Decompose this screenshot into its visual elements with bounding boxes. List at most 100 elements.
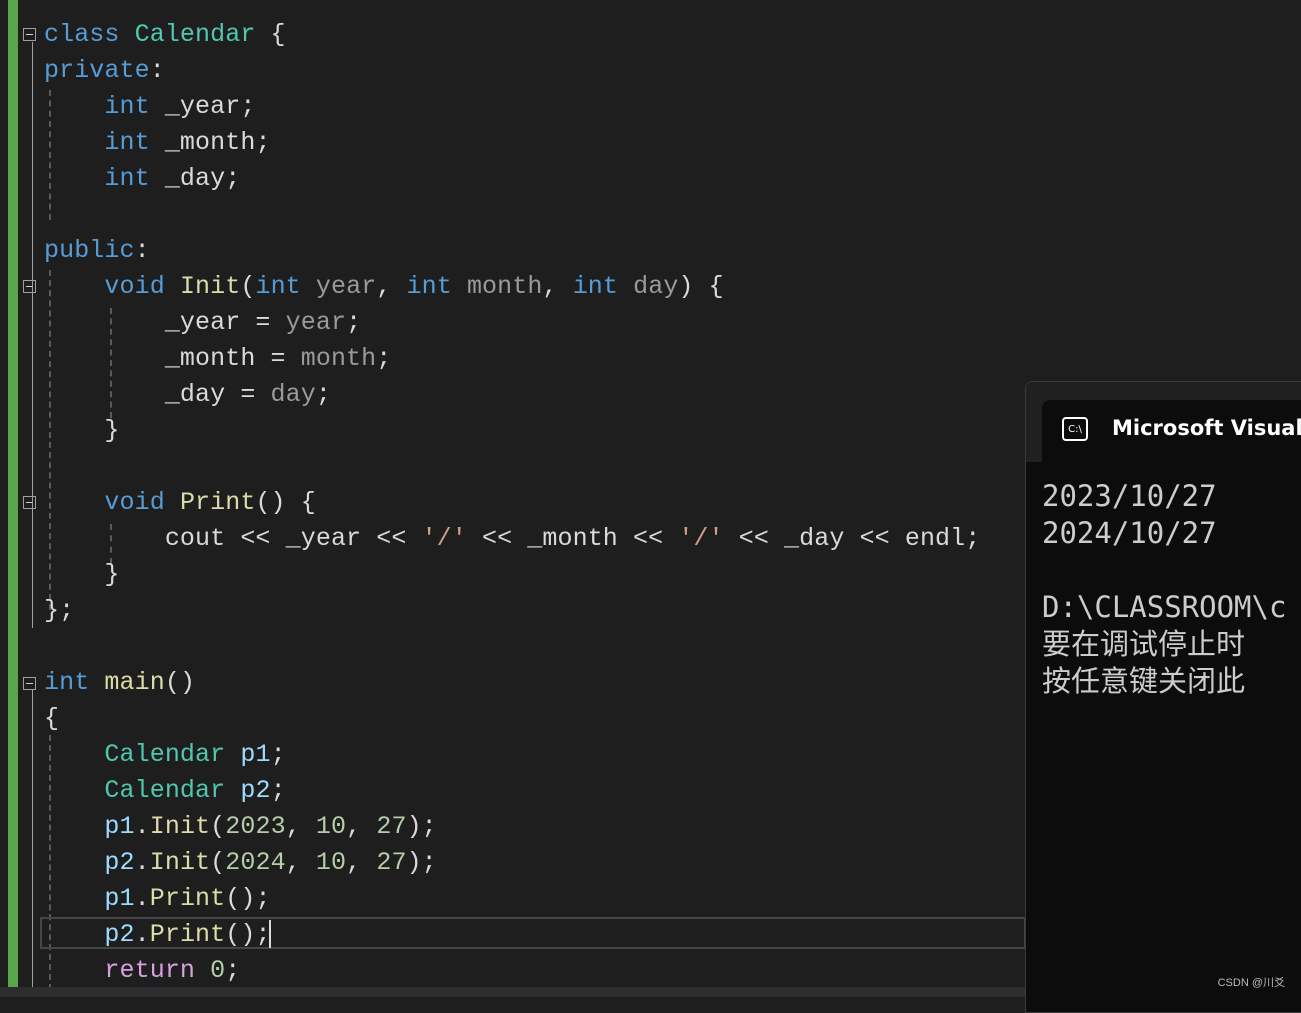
code-token: ;: [270, 740, 286, 769]
code-token: p2: [240, 776, 271, 805]
code-token: ) {: [678, 272, 724, 301]
code-token: day: [270, 380, 316, 409]
code-token: ;: [225, 956, 241, 985]
code-line[interactable]: p2.Init(2024, 10, 27);: [44, 845, 980, 881]
code-line[interactable]: void Init(int year, int month, int day) …: [44, 269, 980, 305]
code-token: {: [255, 20, 286, 49]
code-line[interactable]: _day = day;: [44, 377, 980, 413]
code-line[interactable]: p2.Print();: [44, 917, 980, 953]
code-token: p1: [240, 740, 271, 769]
collapse-print-icon[interactable]: [23, 496, 36, 509]
code-line[interactable]: Calendar p1;: [44, 737, 980, 773]
collapse-class-icon[interactable]: [23, 28, 36, 41]
console-title: Microsoft Visual S: [1112, 416, 1301, 440]
code-token: ;: [315, 380, 331, 409]
code-token: (: [210, 812, 226, 841]
code-token: private: [44, 56, 150, 85]
code-token: (: [210, 848, 226, 877]
console-line: 2024/10/27: [1042, 516, 1217, 550]
code-token: int: [255, 272, 316, 301]
code-token: public: [44, 236, 135, 265]
code-token: 27: [376, 812, 407, 841]
code-token: ,: [285, 812, 316, 841]
code-token: int: [406, 272, 467, 301]
code-token: _year =: [44, 308, 286, 337]
code-token: << _day << endl;: [723, 524, 981, 553]
code-token: p1: [44, 812, 135, 841]
code-token: cout << _year <<: [44, 524, 422, 553]
code-line[interactable]: class Calendar {: [44, 17, 980, 53]
text-caret: [269, 920, 271, 948]
code-line[interactable]: p1.Init(2023, 10, 27);: [44, 809, 980, 845]
terminal-icon: C:\: [1062, 417, 1088, 441]
console-window[interactable]: C:\ Microsoft Visual S 2023/10/272024/10…: [1025, 381, 1301, 1013]
collapse-main-icon[interactable]: [23, 677, 36, 690]
fold-guide: [32, 690, 33, 990]
code-line[interactable]: {: [44, 701, 980, 737]
console-line: 按任意键关闭此: [1042, 664, 1246, 698]
code-line[interactable]: }: [44, 557, 980, 593]
console-tab[interactable]: C:\ Microsoft Visual S: [1042, 400, 1301, 462]
code-token: Print: [149, 920, 226, 949]
code-token: ,: [376, 272, 407, 301]
code-line[interactable]: int _month;: [44, 125, 980, 161]
code-token: ();: [225, 884, 271, 913]
code-line[interactable]: void Print() {: [44, 485, 980, 521]
code-token: {: [44, 704, 60, 733]
code-token: p2: [44, 920, 135, 949]
code-line[interactable]: [44, 449, 980, 485]
code-token: << _month <<: [466, 524, 679, 553]
code-token: Init: [149, 812, 211, 841]
code-line[interactable]: [44, 197, 980, 233]
code-token: };: [44, 596, 75, 625]
console-output: 2023/10/27 2024/10/27 D:\CLASSROOM\c 要在调试停止…: [1042, 478, 1286, 700]
code-line[interactable]: int _day;: [44, 161, 980, 197]
code-line[interactable]: return 0;: [44, 953, 980, 989]
code-token: 27: [376, 848, 407, 877]
code-token: );: [406, 812, 437, 841]
code-token: int: [44, 668, 105, 697]
code-token: .: [134, 848, 150, 877]
code-token: _day;: [164, 164, 241, 193]
code-token: _day =: [44, 380, 271, 409]
code-line[interactable]: [44, 629, 980, 665]
code-token: void: [44, 272, 180, 301]
code-token: :: [134, 236, 150, 265]
code-line[interactable]: p1.Print();: [44, 881, 980, 917]
code-token: ;: [346, 308, 362, 337]
code-line[interactable]: public:: [44, 233, 980, 269]
fold-guide: [32, 42, 33, 628]
code-line[interactable]: cout << _year << '/' << _month << '/' <<…: [44, 521, 980, 557]
code-token: .: [134, 884, 150, 913]
console-line: 2023/10/27: [1042, 479, 1217, 513]
code-token: Print: [149, 884, 226, 913]
code-token: void: [44, 488, 180, 517]
code-token: int: [572, 272, 634, 301]
code-token: p2: [44, 848, 135, 877]
code-token: int: [44, 92, 165, 121]
code-editor[interactable]: class Calendar {private: int _year; int …: [44, 17, 980, 989]
code-line[interactable]: Calendar p2;: [44, 773, 980, 809]
code-token: return: [44, 956, 211, 985]
code-token: );: [406, 848, 437, 877]
code-line[interactable]: int _year;: [44, 89, 980, 125]
code-line[interactable]: int main(): [44, 665, 980, 701]
code-token: ;: [270, 776, 286, 805]
code-token: 10: [315, 812, 347, 841]
code-token: :: [149, 56, 165, 85]
code-token: Calendar: [44, 776, 241, 805]
code-token: Init: [179, 272, 241, 301]
code-line[interactable]: _year = year;: [44, 305, 980, 341]
code-line[interactable]: };: [44, 593, 980, 629]
code-line[interactable]: }: [44, 413, 980, 449]
code-token: p1: [44, 884, 135, 913]
code-line[interactable]: _month = month;: [44, 341, 980, 377]
code-token: main: [104, 668, 165, 697]
code-token: }: [44, 416, 120, 445]
code-line[interactable]: private:: [44, 53, 980, 89]
code-token: ,: [346, 848, 377, 877]
collapse-init-icon[interactable]: [23, 280, 36, 293]
code-token: month: [300, 344, 377, 373]
code-token: day: [633, 272, 679, 301]
